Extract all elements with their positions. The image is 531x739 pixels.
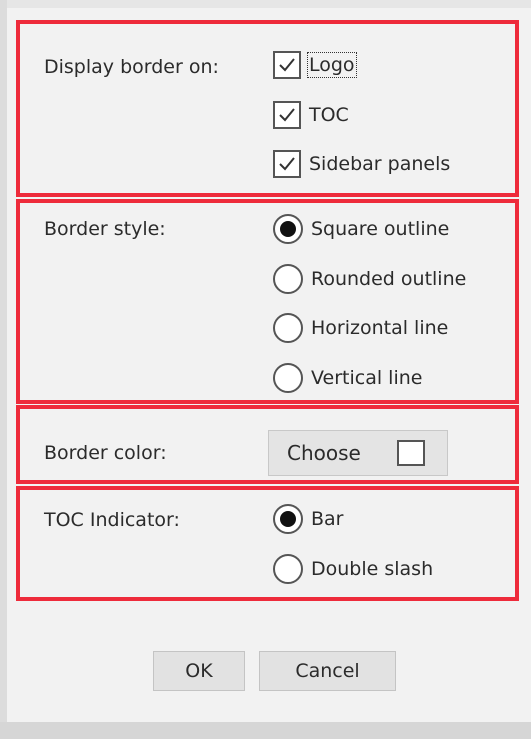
radio-vertical-line-label: Vertical line: [311, 367, 423, 389]
radio-vertical-line-circle[interactable]: [273, 363, 303, 393]
cancel-button[interactable]: Cancel: [259, 651, 396, 691]
radio-rounded-outline-label: Rounded outline: [311, 268, 467, 290]
radio-square-outline-label: Square outline: [311, 218, 450, 240]
border-style-label: Border style:: [44, 218, 166, 240]
choose-color-button[interactable]: Choose: [268, 430, 448, 476]
checkbox-logo-label: Logo: [307, 52, 357, 78]
checkbox-logo-box[interactable]: [273, 51, 301, 79]
radio-square-outline[interactable]: Square outline: [273, 214, 449, 244]
dialog-left-edge: [0, 0, 7, 739]
radio-double-slash[interactable]: Double slash: [273, 554, 433, 584]
ok-button[interactable]: OK: [153, 651, 245, 691]
radio-rounded-outline[interactable]: Rounded outline: [273, 264, 466, 294]
checkbox-toc-box[interactable]: [273, 101, 301, 129]
radio-double-slash-label: Double slash: [311, 558, 434, 580]
checkbox-sidebar-panels[interactable]: Sidebar panels: [273, 150, 450, 178]
radio-horizontal-line-label: Horizontal line: [311, 317, 449, 339]
checkmark-icon: [279, 157, 295, 171]
radio-bar-circle[interactable]: [273, 504, 303, 534]
radio-horizontal-line[interactable]: Horizontal line: [273, 313, 448, 343]
radio-horizontal-line-circle[interactable]: [273, 313, 303, 343]
checkmark-icon: [279, 58, 295, 72]
radio-bar[interactable]: Bar: [273, 504, 344, 534]
choose-color-button-label: Choose: [287, 441, 361, 465]
checkbox-sidebar-panels-box[interactable]: [273, 150, 301, 178]
radio-bar-label: Bar: [311, 508, 344, 530]
radio-double-slash-circle[interactable]: [273, 554, 303, 584]
radio-vertical-line[interactable]: Vertical line: [273, 363, 422, 393]
display-border-label: Display border on:: [44, 56, 219, 78]
toc-indicator-label: TOC Indicator:: [44, 509, 180, 531]
color-swatch: [397, 440, 425, 466]
radio-selected-dot: [280, 511, 296, 527]
dialog-top-edge: [0, 0, 531, 8]
checkbox-sidebar-panels-label: Sidebar panels: [309, 153, 451, 175]
radio-selected-dot: [280, 221, 296, 237]
border-settings-dialog: Display border on: Logo TOC Sidebar pane…: [0, 0, 531, 739]
radio-rounded-outline-circle[interactable]: [273, 264, 303, 294]
border-color-label: Border color:: [44, 442, 167, 464]
toc-indicator-section: [16, 486, 519, 601]
checkbox-logo[interactable]: Logo: [273, 51, 357, 79]
checkbox-toc[interactable]: TOC: [273, 101, 349, 129]
checkbox-toc-label: TOC: [309, 104, 349, 126]
checkmark-icon: [279, 108, 295, 122]
dialog-bottom-edge: [0, 722, 531, 739]
radio-square-outline-circle[interactable]: [273, 214, 303, 244]
